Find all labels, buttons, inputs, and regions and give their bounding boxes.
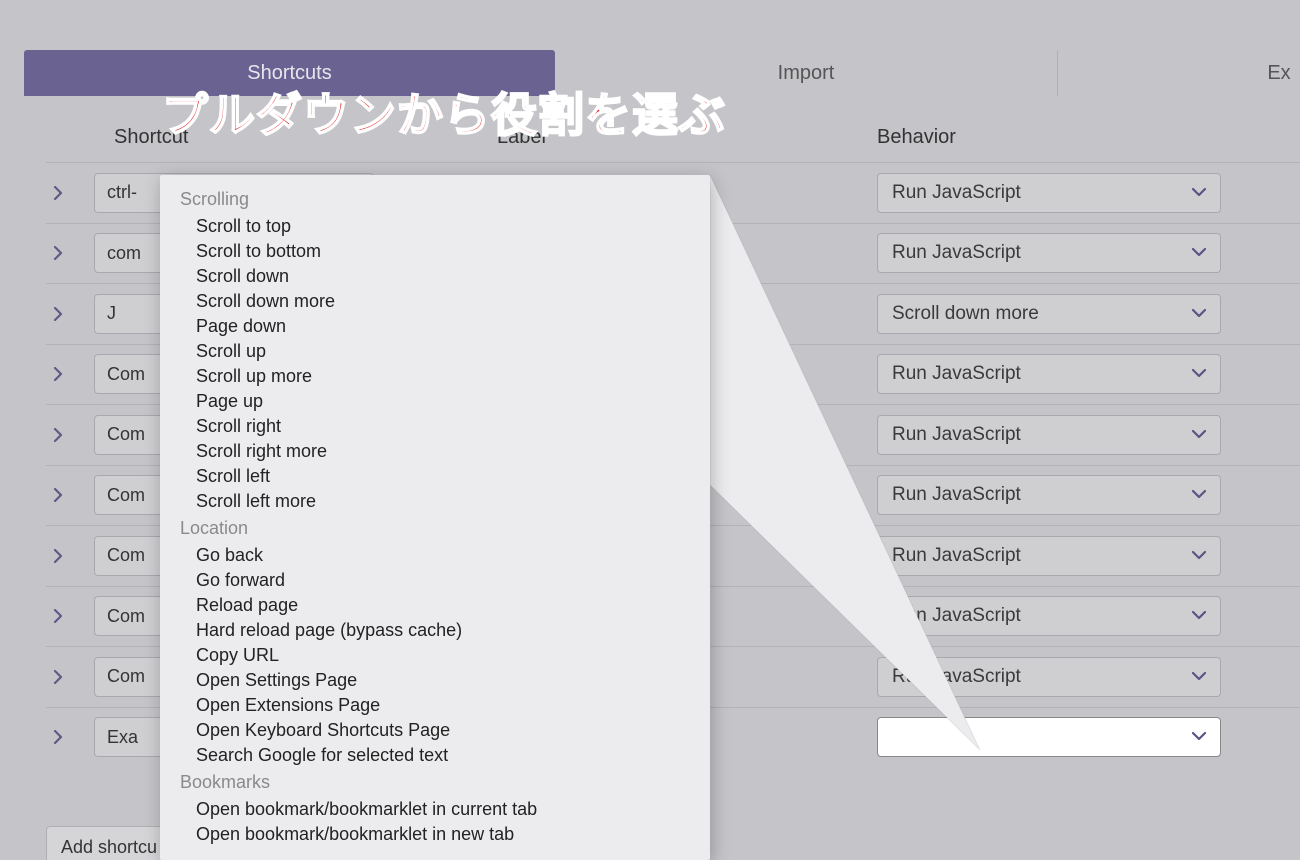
- behavior-value: Run JavaScript: [892, 424, 1021, 446]
- behavior-value: Run JavaScript: [892, 605, 1021, 627]
- dropdown-item[interactable]: Scroll up more: [160, 364, 710, 389]
- chevron-down-icon: [1192, 728, 1206, 746]
- behavior-select[interactable]: Run JavaScript: [877, 475, 1221, 515]
- add-shortcut-button[interactable]: Add shortcu: [46, 826, 172, 860]
- header-behavior: Behavior: [877, 126, 956, 149]
- dropdown-item[interactable]: Open Extensions Page: [160, 693, 710, 718]
- dropdown-item[interactable]: Open Settings Page: [160, 668, 710, 693]
- dropdown-group-scrolling: Scrolling: [160, 185, 710, 214]
- expand-icon[interactable]: [46, 670, 70, 684]
- dropdown-item[interactable]: Scroll down more: [160, 289, 710, 314]
- chevron-down-icon: [1192, 244, 1206, 262]
- expand-icon[interactable]: [46, 307, 70, 321]
- behavior-select-open[interactable]: [877, 717, 1221, 757]
- chevron-down-icon: [1192, 607, 1206, 625]
- expand-icon[interactable]: [46, 428, 70, 442]
- dropdown-item[interactable]: Go back: [160, 543, 710, 568]
- behavior-value: Run JavaScript: [892, 242, 1021, 264]
- dropdown-item[interactable]: Page down: [160, 314, 710, 339]
- behavior-value: Run JavaScript: [892, 545, 1021, 567]
- dropdown-item[interactable]: Search Google for selected text: [160, 743, 710, 768]
- expand-icon[interactable]: [46, 246, 70, 260]
- behavior-select[interactable]: Run JavaScript: [877, 596, 1221, 636]
- dropdown-item[interactable]: Hard reload page (bypass cache): [160, 618, 710, 643]
- behavior-value: Scroll down more: [892, 303, 1039, 325]
- behavior-select[interactable]: Scroll down more: [877, 294, 1221, 334]
- chevron-down-icon: [1192, 426, 1206, 444]
- behavior-value: Run JavaScript: [892, 363, 1021, 385]
- behavior-value: Run JavaScript: [892, 182, 1021, 204]
- chevron-down-icon: [1192, 668, 1206, 686]
- tab-export[interactable]: Ex: [1058, 50, 1300, 96]
- behavior-dropdown[interactable]: Scrolling Scroll to top Scroll to bottom…: [160, 175, 710, 860]
- behavior-value: Run JavaScript: [892, 484, 1021, 506]
- dropdown-item[interactable]: Open bookmark/bookmarklet in current tab: [160, 797, 710, 822]
- dropdown-item[interactable]: Reload page: [160, 593, 710, 618]
- chevron-down-icon: [1192, 184, 1206, 202]
- expand-icon[interactable]: [46, 730, 70, 744]
- dropdown-item[interactable]: Open Keyboard Shortcuts Page: [160, 718, 710, 743]
- chevron-down-icon: [1192, 365, 1206, 383]
- expand-icon[interactable]: [46, 367, 70, 381]
- behavior-select[interactable]: Run JavaScript: [877, 173, 1221, 213]
- dropdown-group-bookmarks: Bookmarks: [160, 768, 710, 797]
- expand-icon[interactable]: [46, 609, 70, 623]
- chevron-down-icon: [1192, 486, 1206, 504]
- chevron-down-icon: [1192, 305, 1206, 323]
- chevron-down-icon: [1192, 547, 1206, 565]
- dropdown-item[interactable]: Copy URL: [160, 643, 710, 668]
- dropdown-item[interactable]: Go forward: [160, 568, 710, 593]
- dropdown-item[interactable]: Scroll left: [160, 464, 710, 489]
- dropdown-item[interactable]: Scroll to top: [160, 214, 710, 239]
- dropdown-item[interactable]: Scroll right: [160, 414, 710, 439]
- dropdown-item[interactable]: Page up: [160, 389, 710, 414]
- dropdown-group-location: Location: [160, 514, 710, 543]
- dropdown-item[interactable]: Scroll to bottom: [160, 239, 710, 264]
- behavior-select[interactable]: Run JavaScript: [877, 354, 1221, 394]
- expand-icon[interactable]: [46, 186, 70, 200]
- behavior-select[interactable]: Run JavaScript: [877, 657, 1221, 697]
- expand-icon[interactable]: [46, 549, 70, 563]
- behavior-select[interactable]: Run JavaScript: [877, 415, 1221, 455]
- annotation-text: プルダウンから役割を選ぶ: [162, 79, 726, 145]
- dropdown-item[interactable]: Scroll right more: [160, 439, 710, 464]
- behavior-select[interactable]: Run JavaScript: [877, 536, 1221, 576]
- dropdown-item[interactable]: Scroll up: [160, 339, 710, 364]
- dropdown-item[interactable]: Open bookmark/bookmarklet in new tab: [160, 822, 710, 847]
- expand-icon[interactable]: [46, 488, 70, 502]
- behavior-value: Run JavaScript: [892, 666, 1021, 688]
- behavior-select[interactable]: Run JavaScript: [877, 233, 1221, 273]
- dropdown-item[interactable]: Scroll left more: [160, 489, 710, 514]
- dropdown-item[interactable]: Scroll down: [160, 264, 710, 289]
